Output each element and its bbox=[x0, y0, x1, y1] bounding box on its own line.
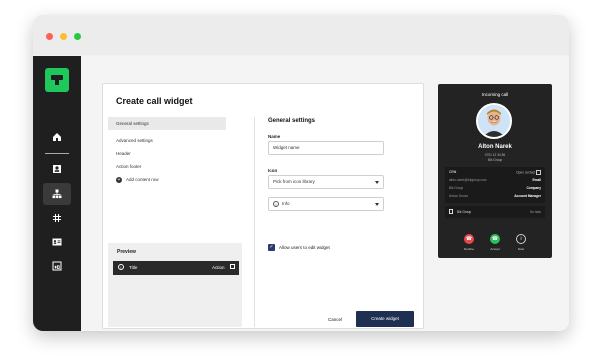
title-bar bbox=[33, 15, 569, 55]
caller-avatar bbox=[476, 103, 512, 139]
group-right-label: No tabs bbox=[530, 210, 541, 214]
info-icon: i bbox=[118, 264, 124, 270]
hash-icon[interactable] bbox=[43, 207, 71, 229]
name-input-value: Widget name bbox=[273, 145, 300, 150]
create-widget-card: Create call widget General settings Adva… bbox=[102, 83, 424, 329]
incoming-call-heading: Incoming call bbox=[481, 92, 509, 97]
menu-item-action-footer[interactable]: Action footer bbox=[108, 160, 226, 173]
allow-edit-checkbox-row[interactable]: ✓ Allow users to edit widget bbox=[268, 244, 330, 251]
icon-select-value: Pick from icon library bbox=[273, 179, 315, 184]
caller-info-panel: CRM Open contact alton.narek@bkgroup.com… bbox=[445, 167, 545, 203]
accept-label: Accept bbox=[490, 247, 500, 251]
info-row-value: Account Manager bbox=[514, 194, 541, 198]
close-window-button[interactable] bbox=[46, 33, 53, 40]
maximize-window-button[interactable] bbox=[74, 33, 81, 40]
info-row-account-manager: Aircon Gruda Account Manager bbox=[449, 193, 541, 199]
contact-card-icon[interactable] bbox=[43, 231, 71, 253]
group-label: Bik Group bbox=[457, 210, 472, 214]
info-row-value: Open contact bbox=[516, 169, 541, 175]
user-card-icon[interactable] bbox=[43, 158, 71, 180]
icon-type-select[interactable]: i Info bbox=[268, 197, 384, 211]
cancel-button[interactable]: Cancel bbox=[328, 317, 342, 322]
preview-heading: Preview bbox=[117, 249, 136, 255]
app-window: Create call widget General settings Adva… bbox=[33, 15, 569, 331]
sidebar bbox=[33, 56, 81, 331]
preview-row-title: Title bbox=[129, 265, 138, 270]
info-row-email: alton.narek@bkgroup.com Email bbox=[449, 177, 541, 183]
icon-label: Icon bbox=[268, 168, 278, 173]
preview-panel: Preview i Title Action bbox=[108, 243, 242, 327]
preview-row: i Title Action bbox=[113, 261, 239, 275]
external-link-icon bbox=[536, 169, 541, 175]
phone-hangup-icon: ☎ bbox=[465, 236, 473, 242]
info-row-value: Email bbox=[532, 178, 541, 182]
info-icon: i bbox=[273, 200, 279, 207]
form-heading: General settings bbox=[268, 118, 316, 124]
incoming-call-preview: Incoming call Alton Narek 0701 12 34 56 … bbox=[438, 84, 552, 258]
home-icon[interactable] bbox=[43, 126, 71, 148]
caller-company: BIk Group bbox=[487, 158, 503, 162]
building-icon bbox=[449, 209, 453, 214]
icon-type-value: Info bbox=[282, 201, 290, 206]
sidebar-divider bbox=[45, 153, 69, 154]
external-link-icon bbox=[230, 264, 235, 269]
widget-icon[interactable] bbox=[43, 255, 71, 277]
panel-divider bbox=[254, 117, 255, 327]
info-row-key: Bik Group bbox=[449, 186, 464, 190]
info-row-crm[interactable]: CRM Open contact bbox=[449, 169, 541, 175]
note-button[interactable]: i bbox=[516, 234, 526, 244]
preview-row-action: Action bbox=[212, 265, 225, 270]
info-row-key: CRM bbox=[449, 170, 457, 174]
allow-edit-label: Allow users to edit widget bbox=[279, 245, 330, 250]
decline-button[interactable]: ☎ bbox=[464, 234, 474, 244]
note-icon: i bbox=[520, 236, 522, 242]
phone-icon: ☎ bbox=[491, 236, 499, 242]
menu-item-advanced-settings[interactable]: Advanced settings bbox=[108, 134, 226, 147]
settings-menu: General settings Advanced settings Heade… bbox=[108, 117, 226, 186]
name-label: Name bbox=[268, 134, 281, 139]
add-content-row-button[interactable]: + Add content row bbox=[108, 173, 226, 186]
allow-edit-checkbox[interactable]: ✓ bbox=[268, 244, 275, 251]
create-widget-button[interactable]: Create widget bbox=[356, 311, 414, 327]
group-row[interactable]: Bik Group No tabs bbox=[445, 206, 545, 218]
info-row-key: alton.narek@bkgroup.com bbox=[449, 178, 487, 182]
info-row-company: Bik Group Company bbox=[449, 185, 541, 191]
app-body: Create call widget General settings Adva… bbox=[33, 56, 569, 331]
decline-label: Decline bbox=[463, 247, 474, 251]
info-row-value: Company bbox=[526, 186, 541, 190]
name-input[interactable]: Widget name bbox=[268, 141, 384, 155]
org-chart-icon[interactable] bbox=[43, 183, 71, 205]
caller-name: Alton Narek bbox=[478, 144, 512, 150]
page-title: Create call widget bbox=[116, 96, 193, 106]
add-content-row-label: Add content row bbox=[126, 177, 159, 182]
note-label: Note bbox=[517, 247, 525, 251]
menu-item-header[interactable]: Header bbox=[108, 147, 226, 160]
plus-icon: + bbox=[116, 176, 122, 183]
caller-number: 0701 12 34 56 bbox=[484, 153, 506, 157]
menu-item-general-settings[interactable]: General settings bbox=[108, 117, 226, 130]
app-logo[interactable] bbox=[45, 68, 69, 92]
chevron-down-icon bbox=[375, 203, 379, 206]
icon-select[interactable]: Pick from icon library bbox=[268, 175, 384, 189]
chevron-down-icon bbox=[375, 181, 379, 184]
minimize-window-button[interactable] bbox=[60, 33, 67, 40]
info-row-key: Aircon Gruda bbox=[449, 194, 468, 198]
accept-button[interactable]: ☎ bbox=[490, 234, 500, 244]
